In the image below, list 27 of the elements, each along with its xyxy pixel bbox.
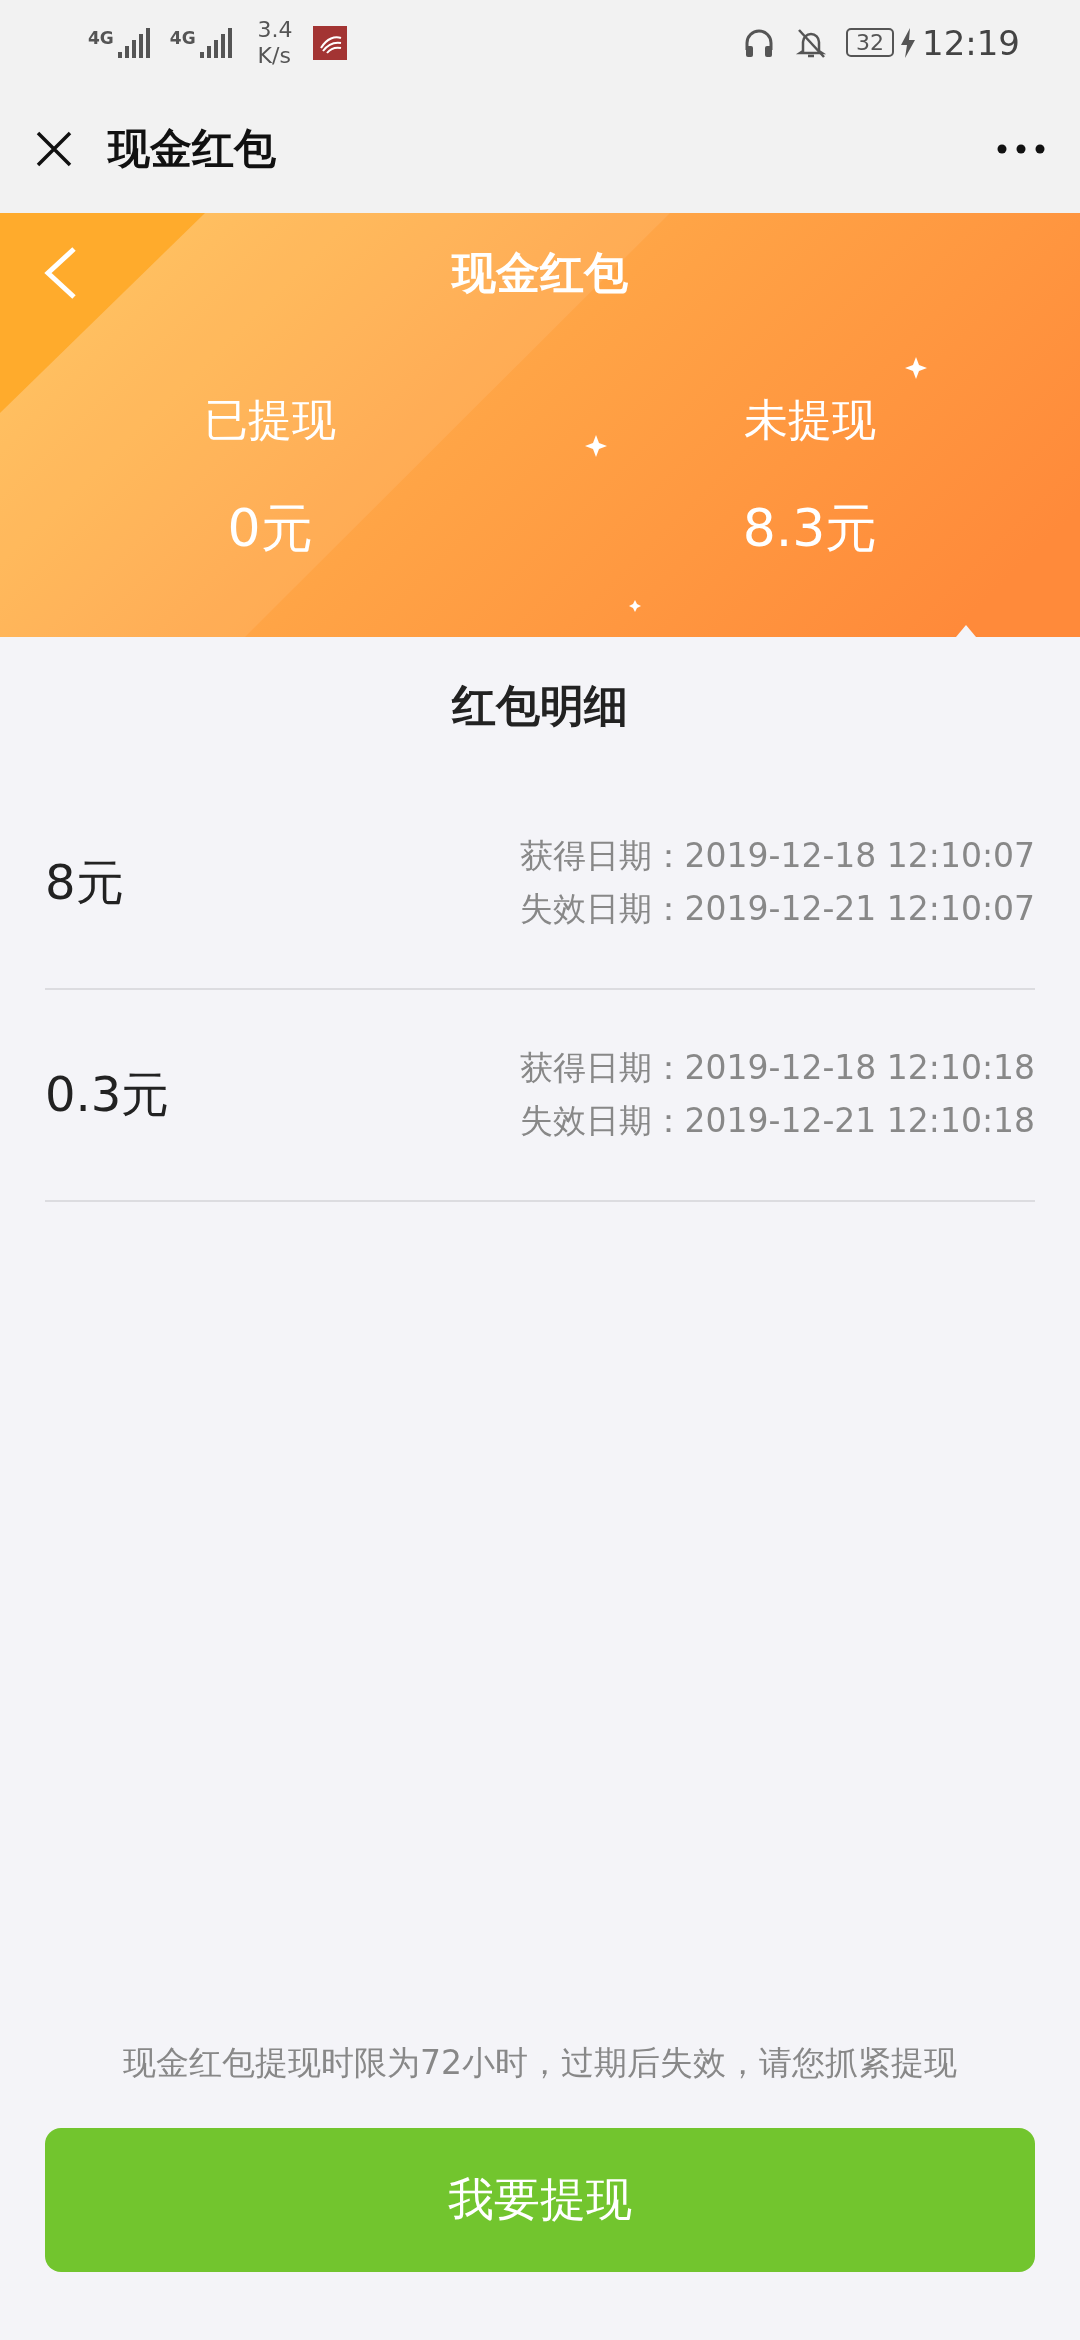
record-amount: 0.3元 bbox=[45, 1065, 170, 1124]
battery-level: 32 bbox=[846, 28, 894, 57]
stat-value: 0元 bbox=[227, 497, 313, 560]
section-title: 红包明细 bbox=[452, 680, 628, 731]
notice-text: 现金红包提现时限为72小时，过期后失效，请您抓紧提现 bbox=[123, 2043, 957, 2082]
speed-value: 3.4 bbox=[257, 16, 293, 43]
stat-value: 8.3元 bbox=[742, 497, 878, 560]
obtained-date: 获得日期：2019-12-18 12:10:18 bbox=[519, 1047, 1035, 1089]
expiry-date: 失效日期：2019-12-21 12:10:18 bbox=[519, 1100, 1035, 1142]
network-label: 4G bbox=[169, 27, 196, 48]
signal-icon bbox=[117, 27, 152, 58]
app-icon bbox=[312, 25, 347, 60]
close-button[interactable] bbox=[34, 129, 74, 169]
obtained-date: 获得日期：2019-12-18 12:10:07 bbox=[519, 835, 1035, 877]
withdraw-button[interactable]: 我要提现 bbox=[45, 2128, 1035, 2272]
signal-icon bbox=[199, 27, 234, 58]
stat-label: 未提现 bbox=[744, 393, 876, 447]
charging-icon bbox=[900, 27, 916, 58]
page-title: 现金红包 bbox=[108, 123, 277, 175]
network-label: 4G bbox=[88, 27, 114, 48]
speed-unit: K/s bbox=[257, 42, 292, 69]
clock-time: 12:19 bbox=[922, 22, 1020, 63]
record-amount: 8元 bbox=[45, 853, 124, 912]
banner-title: 现金红包 bbox=[450, 245, 629, 300]
stat-label: 已提现 bbox=[204, 393, 336, 447]
more-button[interactable] bbox=[996, 143, 1046, 155]
expiry-date: 失效日期：2019-12-21 12:10:07 bbox=[519, 888, 1035, 930]
